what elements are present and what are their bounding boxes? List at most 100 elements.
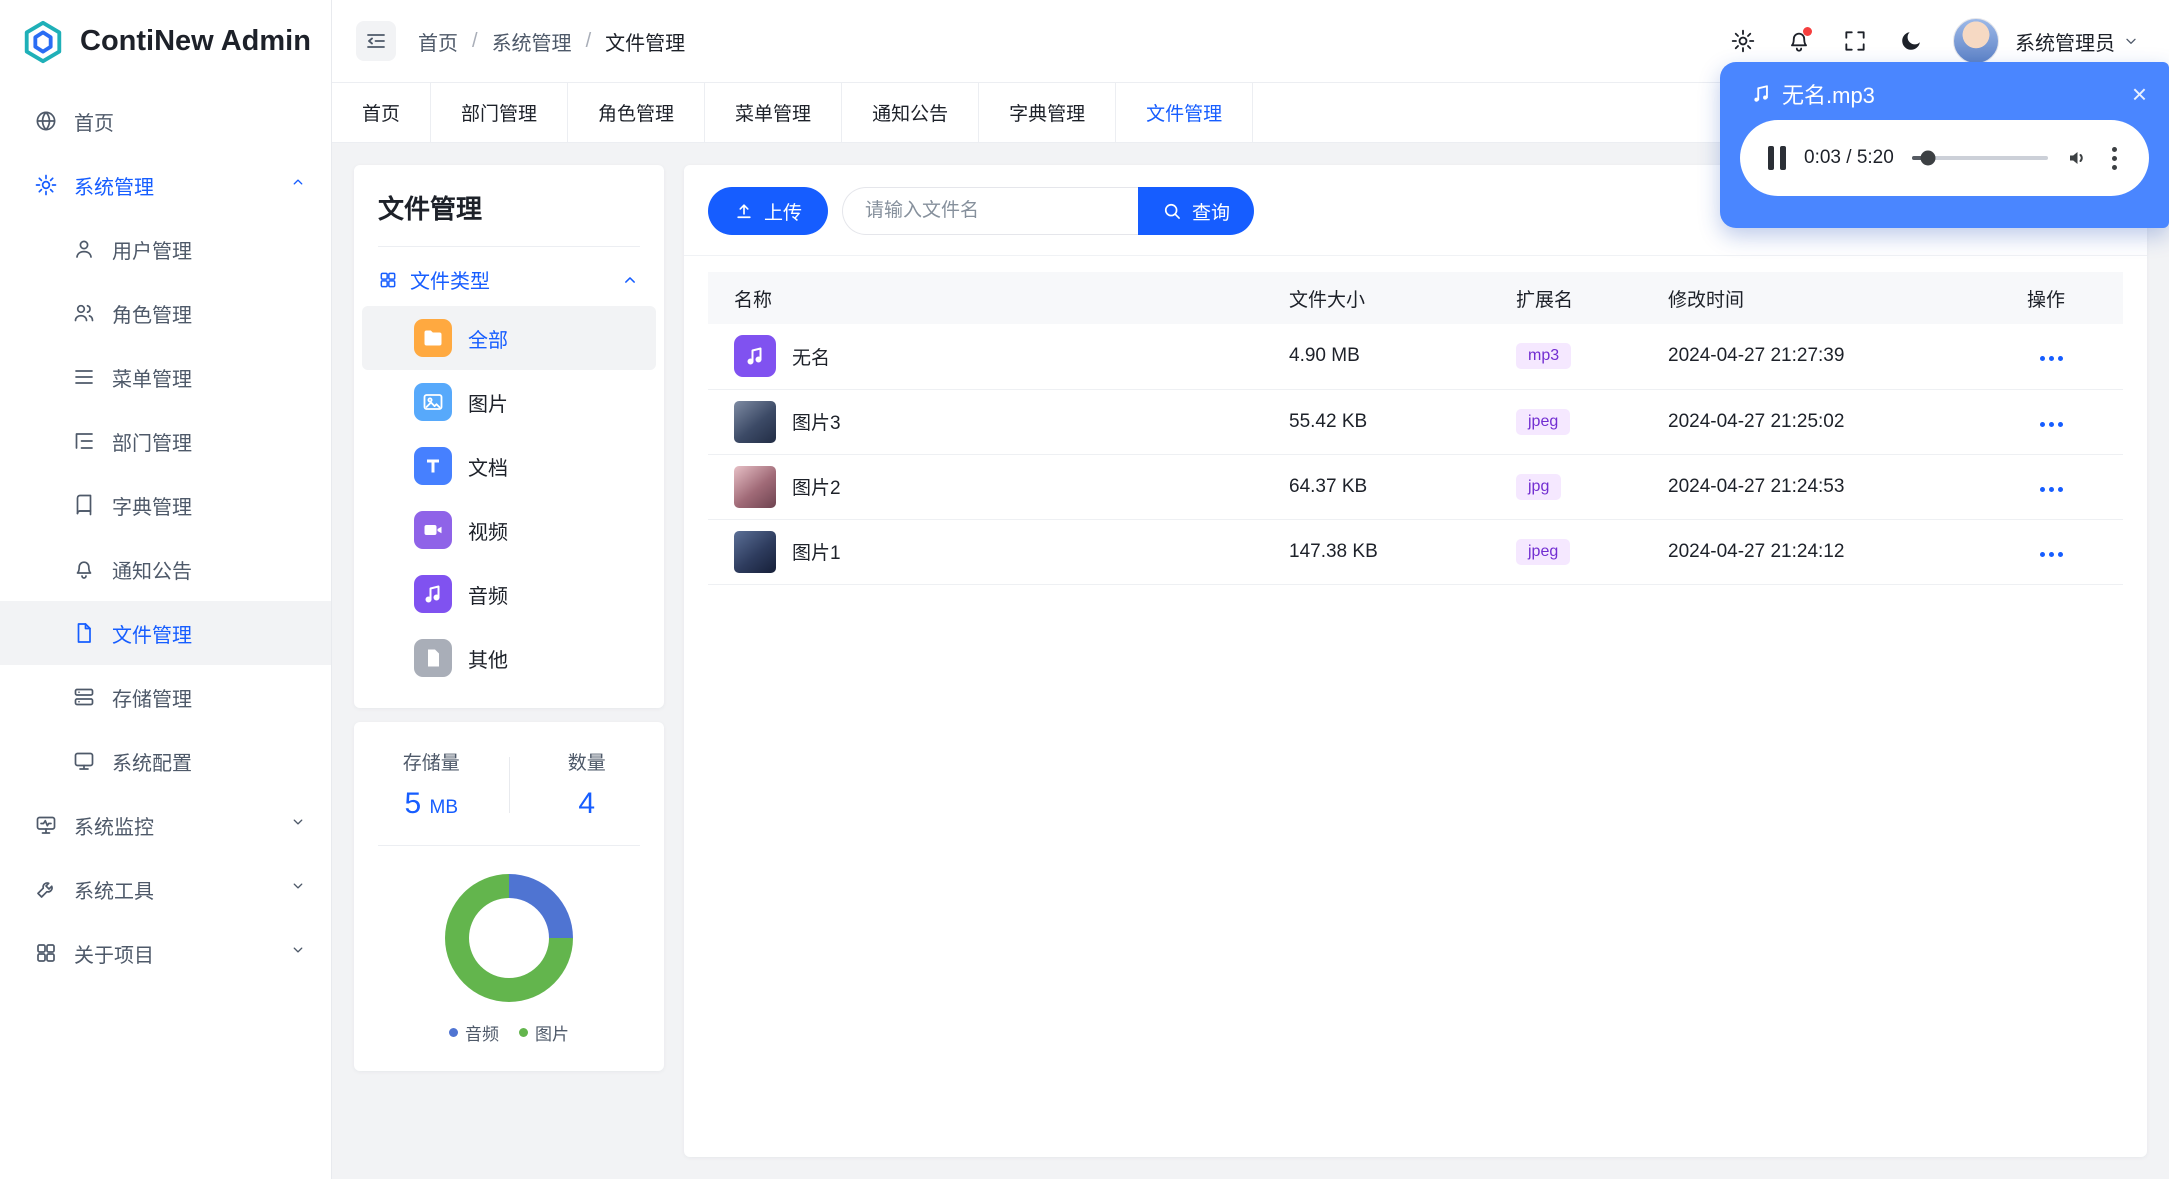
dark-mode-button[interactable] — [1897, 27, 1925, 55]
close-icon[interactable]: × — [2132, 81, 2147, 107]
moon-icon — [1902, 32, 1920, 50]
section-label: 文件类型 — [410, 271, 490, 293]
sidebar-item-system[interactable]: 系统管理 — [0, 153, 331, 217]
sidebar-item-label: 系统管理 — [74, 176, 154, 199]
folder-icon — [414, 319, 452, 357]
file-type-label: 视频 — [468, 521, 508, 544]
file-type-label: 其他 — [468, 649, 508, 672]
tab-home[interactable]: 首页 — [332, 83, 432, 142]
legend-item-audio[interactable]: 音频 — [449, 1020, 499, 1045]
tab-roles[interactable]: 角色管理 — [568, 83, 706, 142]
file-time: 2024-04-27 21:25:02 — [1660, 389, 1976, 455]
table-row[interactable]: 无名 4.90 MB mp3 2024-04-27 21:27:39 — [708, 324, 2123, 390]
seek-slider[interactable] — [1911, 150, 2048, 166]
speaker-icon — [2070, 152, 2083, 164]
upload-button[interactable]: 上传 — [708, 187, 829, 235]
sidebar-item-tools[interactable]: 系统工具 — [0, 857, 331, 921]
sidebar-item-label: 首页 — [74, 112, 114, 135]
sidebar-item-users[interactable]: 用户管理 — [0, 217, 331, 281]
notification-badge — [1803, 27, 1812, 36]
user-menu[interactable]: 系统管理员 — [2015, 27, 2139, 56]
sidebar-item-dictionary[interactable]: 字典管理 — [0, 473, 331, 537]
tab-files[interactable]: 文件管理 — [1116, 83, 1254, 142]
breadcrumb-item[interactable]: 文件管理 — [605, 27, 685, 56]
kebab-menu-icon[interactable] — [2108, 143, 2121, 174]
sidebar-menu: 首页 系统管理 用户管理 角色管理 菜单管理 部门管理 字典管理 通知公告 文件… — [0, 83, 331, 985]
left-panel: 文件管理 文件类型 全部 图片 文档 视频 音频 其他 存储量 5 MB 数量 … — [354, 165, 664, 1157]
sidebar-item-roles[interactable]: 角色管理 — [0, 281, 331, 345]
sidebar-item-storage[interactable]: 存储管理 — [0, 665, 331, 729]
query-button[interactable]: 查询 — [1138, 187, 1255, 235]
app-title: ContiNew Admin — [80, 25, 311, 57]
file-type-other[interactable]: 其他 — [362, 626, 656, 690]
breadcrumb-item[interactable]: 系统管理 — [492, 27, 572, 56]
file-table: 名称 文件大小 扩展名 修改时间 操作 无名 4.90 MB mp3 2024-… — [684, 256, 2147, 585]
sidebar-item-monitoring[interactable]: 系统监控 — [0, 793, 331, 857]
search-icon — [1164, 203, 1180, 219]
user-icon — [72, 237, 96, 261]
gear-icon — [34, 173, 58, 197]
sidebar-item-home[interactable]: 首页 — [0, 89, 331, 153]
column-header-ext: 扩展名 — [1508, 272, 1660, 324]
tree-icon — [72, 429, 96, 453]
file-thumbnail — [734, 465, 776, 508]
tab-dictionary[interactable]: 字典管理 — [979, 83, 1117, 142]
ext-badge: jpg — [1516, 473, 1562, 500]
volume-button[interactable] — [2066, 146, 2090, 170]
file-type-audio[interactable]: 音频 — [362, 562, 656, 626]
chart-legend: 音频 图片 — [354, 1020, 664, 1045]
file-type-images[interactable]: 图片 — [362, 370, 656, 434]
file-type-card: 文件管理 文件类型 全部 图片 文档 视频 音频 其他 — [354, 165, 664, 708]
settings-button[interactable] — [1729, 27, 1757, 55]
app-logo[interactable]: ContiNew Admin — [0, 0, 331, 83]
table-row[interactable]: 图片1 147.38 KB jpeg 2024-04-27 21:24:12 — [708, 519, 2123, 585]
more-actions-icon[interactable] — [2038, 546, 2065, 563]
sidebar-item-label: 用户管理 — [112, 240, 192, 263]
more-actions-icon[interactable] — [2038, 416, 2065, 433]
pause-button[interactable] — [1768, 146, 1786, 170]
monitor-icon — [72, 749, 96, 773]
chevron-down-icon — [289, 877, 307, 901]
legend-item-images[interactable]: 图片 — [519, 1020, 569, 1045]
tab-menus[interactable]: 菜单管理 — [705, 83, 843, 142]
home-icon — [34, 109, 58, 133]
more-actions-icon[interactable] — [2038, 481, 2065, 498]
sidebar-item-notices[interactable]: 通知公告 — [0, 537, 331, 601]
tab-departments[interactable]: 部门管理 — [431, 83, 569, 142]
file-time: 2024-04-27 21:24:53 — [1660, 454, 1976, 520]
avatar[interactable] — [1953, 18, 1999, 64]
tab-notices[interactable]: 通知公告 — [842, 83, 980, 142]
breadcrumb-separator: / — [472, 29, 478, 52]
search-input[interactable] — [842, 187, 1139, 235]
file-time: 2024-04-27 21:24:12 — [1660, 519, 1976, 585]
file-size: 55.42 KB — [1281, 389, 1508, 455]
sidebar-item-label: 部门管理 — [112, 432, 192, 455]
book-icon — [72, 493, 96, 517]
query-label: 查询 — [1192, 202, 1231, 224]
file-type-videos[interactable]: 视频 — [362, 498, 656, 562]
file-type-documents[interactable]: 文档 — [362, 434, 656, 498]
table-row[interactable]: 图片3 55.42 KB jpeg 2024-04-27 21:25:02 — [708, 389, 2123, 455]
sidebar-item-label: 存储管理 — [112, 688, 192, 711]
sidebar-item-label: 通知公告 — [112, 560, 192, 583]
file-type-all[interactable]: 全部 — [362, 306, 656, 370]
sidebar-item-departments[interactable]: 部门管理 — [0, 409, 331, 473]
sidebar-item-files[interactable]: 文件管理 — [0, 601, 331, 665]
notifications-button[interactable] — [1785, 27, 1813, 55]
table-row[interactable]: 图片2 64.37 KB jpg 2024-04-27 21:24:53 — [708, 454, 2123, 520]
file-type-section-header[interactable]: 文件类型 — [354, 265, 664, 294]
fullscreen-button[interactable] — [1841, 27, 1869, 55]
sidebar-item-menus[interactable]: 菜单管理 — [0, 345, 331, 409]
audio-file-icon — [734, 335, 776, 378]
gear-icon — [1731, 29, 1755, 53]
column-header-size: 文件大小 — [1281, 272, 1508, 324]
file-type-label: 图片 — [468, 393, 508, 416]
collapse-sidebar-button[interactable] — [356, 21, 396, 61]
breadcrumb-item[interactable]: 首页 — [418, 27, 458, 56]
file-size: 4.90 MB — [1281, 324, 1508, 390]
stats-row: 存储量 5 MB 数量 4 — [354, 748, 664, 821]
more-actions-icon[interactable] — [2038, 350, 2065, 367]
sidebar-item-config[interactable]: 系统配置 — [0, 729, 331, 793]
storage-value: 5 — [404, 787, 422, 820]
sidebar-item-about[interactable]: 关于项目 — [0, 921, 331, 985]
